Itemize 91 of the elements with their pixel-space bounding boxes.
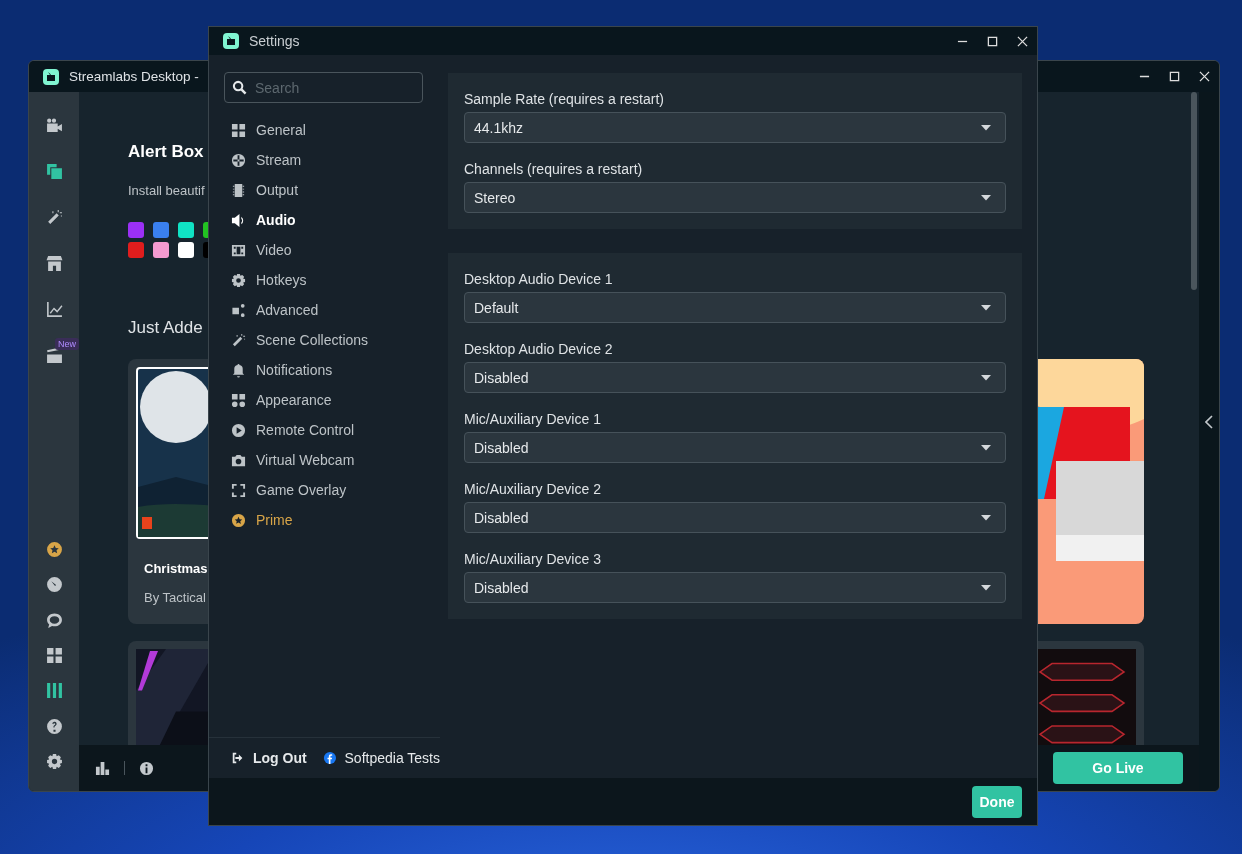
scrollbar-thumb[interactable] bbox=[1191, 92, 1197, 290]
settings-nav-item[interactable]: Appearance bbox=[224, 385, 423, 415]
globe-icon bbox=[231, 152, 246, 168]
grid-icon bbox=[231, 122, 246, 138]
logo-icon bbox=[223, 33, 239, 49]
color-swatch[interactable] bbox=[128, 222, 144, 238]
log-out-button[interactable]: Log Out bbox=[231, 750, 307, 766]
maximize-icon bbox=[1168, 71, 1180, 82]
maximize-icon bbox=[986, 35, 998, 47]
star-icon bbox=[231, 512, 246, 528]
help-icon[interactable] bbox=[45, 717, 63, 735]
gear-icon bbox=[231, 272, 246, 288]
caret-icon bbox=[981, 194, 991, 201]
window-title: Settings bbox=[249, 33, 300, 49]
play-icon bbox=[231, 422, 246, 438]
chat-icon[interactable] bbox=[45, 611, 63, 629]
color-swatch[interactable] bbox=[153, 222, 169, 238]
settings-icon[interactable] bbox=[45, 752, 63, 770]
field-label: Sample Rate (requires a restart) bbox=[464, 90, 665, 108]
window-title: Streamlabs Desktop - bbox=[69, 69, 199, 84]
search-icon bbox=[232, 80, 247, 95]
shapes-icon bbox=[231, 392, 246, 408]
search-field[interactable]: Search bbox=[224, 72, 423, 103]
stats-icon[interactable] bbox=[95, 760, 110, 776]
card-author: By Tactical bbox=[144, 590, 206, 605]
settings-nav-item[interactable]: Notifications bbox=[224, 355, 423, 385]
info-icon[interactable] bbox=[139, 760, 154, 776]
chip-icon bbox=[231, 182, 246, 198]
close-icon bbox=[1198, 71, 1210, 82]
bell-icon bbox=[231, 362, 246, 378]
field-label: Channels (requires a restart) bbox=[464, 160, 644, 178]
field-label: Mic/Auxiliary Device 1 bbox=[464, 410, 602, 428]
dropdown[interactable]: Default bbox=[464, 292, 1006, 323]
dropdown[interactable]: Stereo bbox=[464, 182, 1006, 213]
expand-icon bbox=[231, 482, 246, 498]
clapper-icon[interactable] bbox=[45, 346, 63, 364]
caret-icon bbox=[981, 304, 991, 311]
dropdown[interactable]: 44.1khz bbox=[464, 112, 1006, 143]
wand-icon bbox=[231, 332, 246, 348]
grid-icon[interactable] bbox=[45, 646, 63, 664]
field-label: Desktop Audio Device 1 bbox=[464, 270, 614, 288]
store-icon[interactable] bbox=[45, 254, 63, 272]
settings-nav-item[interactable]: General bbox=[224, 115, 423, 145]
settings-nav-item[interactable]: Stream bbox=[224, 145, 423, 175]
settings-nav-item[interactable]: Remote Control bbox=[224, 415, 423, 445]
settings-nav-item[interactable]: Advanced bbox=[224, 295, 423, 325]
settings-nav-item[interactable]: Hotkeys bbox=[224, 265, 423, 295]
caret-icon bbox=[981, 124, 991, 131]
card-title: Christmas bbox=[144, 561, 208, 576]
caret-icon bbox=[981, 584, 991, 591]
wand-icon[interactable] bbox=[45, 208, 63, 226]
camera-icon bbox=[231, 452, 246, 468]
description: Install beautif bbox=[128, 182, 205, 200]
speaker-icon bbox=[231, 212, 246, 228]
settings-nav-item[interactable]: Prime bbox=[224, 505, 423, 535]
film-icon bbox=[231, 242, 246, 258]
new-badge: New bbox=[55, 338, 79, 350]
chart-icon[interactable] bbox=[45, 300, 63, 318]
settings-nav-item[interactable]: Virtual Webcam bbox=[224, 445, 423, 475]
account-name: Softpedia Tests bbox=[344, 750, 440, 766]
caret-icon bbox=[981, 514, 991, 521]
dropdown[interactable]: Disabled bbox=[464, 502, 1006, 533]
color-swatch[interactable] bbox=[153, 242, 169, 258]
field-label: Desktop Audio Device 2 bbox=[464, 340, 614, 358]
settings-nav-item[interactable]: Game Overlay bbox=[224, 475, 423, 505]
logo-icon bbox=[43, 68, 59, 85]
columns-icon[interactable] bbox=[45, 682, 63, 700]
color-swatch[interactable] bbox=[178, 222, 194, 238]
squares-icon[interactable] bbox=[45, 162, 63, 180]
settings-nav-item[interactable]: Scene Collections bbox=[224, 325, 423, 355]
section-title: Just Adde bbox=[128, 317, 203, 339]
settings-nav-item[interactable]: Output bbox=[224, 175, 423, 205]
gauge-icon[interactable] bbox=[45, 576, 63, 594]
field-label: Mic/Auxiliary Device 2 bbox=[464, 480, 602, 498]
settings-nav-item[interactable]: Video bbox=[224, 235, 423, 265]
heading: Alert Box bbox=[128, 141, 204, 163]
settings-nav-item[interactable]: Audio bbox=[224, 205, 423, 235]
dropdown[interactable]: Disabled bbox=[464, 572, 1006, 603]
close-icon bbox=[1016, 35, 1028, 47]
color-swatch[interactable] bbox=[178, 242, 194, 258]
star-icon[interactable] bbox=[45, 541, 63, 559]
account-icon bbox=[322, 751, 337, 765]
caret-icon bbox=[981, 374, 991, 381]
logout-icon bbox=[231, 751, 245, 765]
field-label: Mic/Auxiliary Device 3 bbox=[464, 550, 602, 568]
video-camera-icon[interactable] bbox=[45, 116, 63, 134]
chevron-left-icon[interactable] bbox=[1205, 414, 1213, 429]
color-swatch[interactable] bbox=[128, 242, 144, 258]
dropdown[interactable]: Disabled bbox=[464, 362, 1006, 393]
caret-icon bbox=[981, 444, 991, 451]
dropdown[interactable]: Disabled bbox=[464, 432, 1006, 463]
